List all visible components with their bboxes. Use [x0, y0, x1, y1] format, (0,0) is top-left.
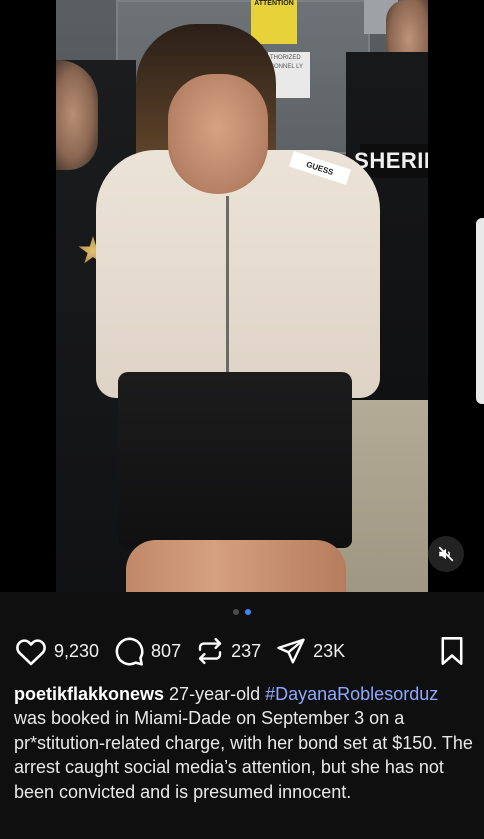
caption-text-body: was booked in Miami-Dade on September 3 …	[14, 708, 473, 802]
save-button[interactable]	[438, 636, 466, 671]
caption-username[interactable]: poetikflakkonews	[14, 684, 164, 704]
share-button[interactable]: 23K	[275, 636, 345, 666]
caption-text-start: 27-year-old	[164, 684, 266, 704]
carousel-indicator	[0, 606, 484, 618]
send-icon	[277, 638, 305, 664]
mute-icon	[438, 546, 454, 562]
next-item-peek[interactable]	[476, 218, 484, 404]
post-caption: poetikflakkonews 27-year-old #DayanaRobl…	[14, 682, 474, 804]
woman-face	[168, 74, 268, 194]
mute-button[interactable]	[428, 536, 464, 572]
repost-count: 237	[231, 640, 262, 661]
like-button[interactable]: 9,230	[14, 636, 99, 666]
repost-icon	[198, 637, 222, 665]
comment-bubble-icon	[115, 637, 144, 666]
jacket-zipper	[226, 196, 229, 392]
post-media[interactable]: ATTENTION THORIZED SONNEL LY SHERIF GUES…	[0, 0, 484, 592]
carousel-dot-active	[245, 609, 251, 615]
post-photo: ATTENTION THORIZED SONNEL LY SHERIF GUES…	[56, 0, 428, 592]
comment-button[interactable]: 807	[113, 635, 181, 667]
like-count: 9,230	[54, 640, 100, 661]
comment-count: 807	[151, 640, 182, 661]
action-bar: 9,230 807 237 23K	[14, 634, 470, 668]
carousel-dot	[233, 609, 239, 615]
bookmark-icon	[441, 637, 463, 665]
woman-legs	[126, 540, 346, 592]
sheriff-label: SHERIF	[354, 144, 428, 178]
attention-sign: ATTENTION	[251, 0, 297, 44]
share-count: 23K	[313, 640, 346, 661]
caption-hashtag[interactable]: #DayanaRoblesorduz	[265, 684, 438, 704]
repost-button[interactable]: 237	[195, 636, 261, 666]
officer-left-head	[56, 60, 98, 170]
heart-icon	[16, 639, 46, 666]
woman-skirt	[118, 372, 352, 548]
